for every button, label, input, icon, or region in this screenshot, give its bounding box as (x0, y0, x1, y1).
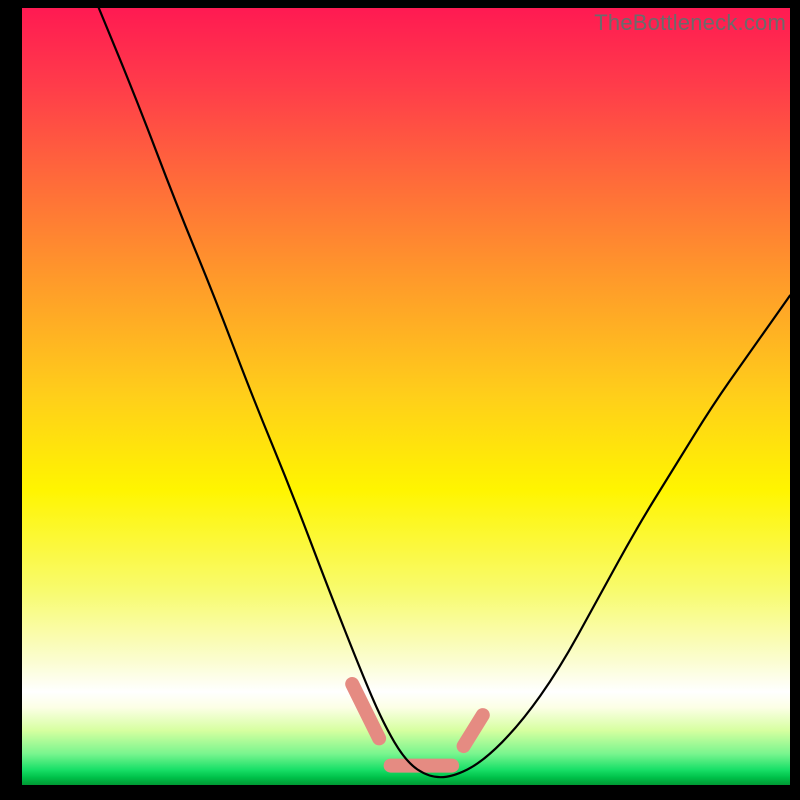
watermark-text: TheBottleneck.com (594, 10, 786, 36)
chart-frame: TheBottleneck.com (0, 0, 800, 800)
pink-segment-1 (352, 684, 379, 738)
chart-svg (22, 8, 790, 785)
pink-segment-3 (464, 715, 483, 746)
chart-plot-area (22, 8, 790, 785)
bottleneck-curve (99, 8, 790, 777)
